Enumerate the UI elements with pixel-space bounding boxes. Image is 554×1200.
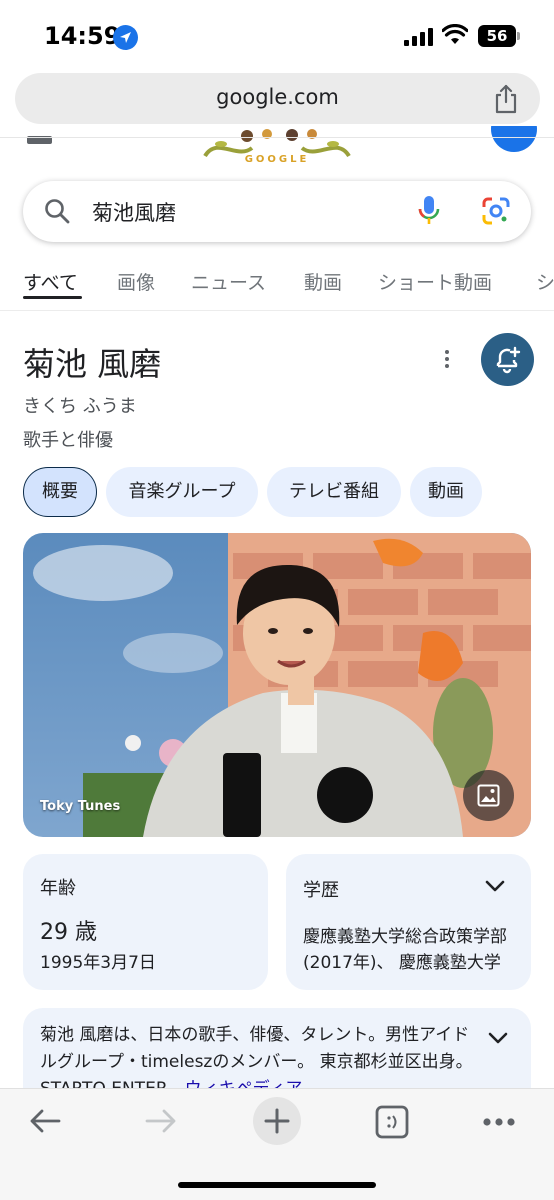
- tab-all[interactable]: すべて: [23, 268, 78, 295]
- status-bar: 14:59 56: [0, 0, 554, 72]
- tabs-divider: [0, 310, 554, 311]
- forward-arrow-icon[interactable]: [144, 1107, 178, 1135]
- account-avatar[interactable]: [491, 126, 537, 152]
- wifi-icon: [442, 24, 468, 44]
- status-time: 14:59: [44, 22, 121, 50]
- google-doodle-logo[interactable]: GOOGLE: [197, 126, 357, 166]
- search-icon: [45, 199, 70, 224]
- address-bar[interactable]: google.com: [15, 73, 540, 124]
- education-card[interactable]: 学歴 慶應義塾大学総合政策学部 (2017年)、 慶應義塾大学: [286, 854, 531, 990]
- chevron-down-icon[interactable]: [484, 878, 506, 894]
- search-tabs: すべて 画像 ニュース 動画 ショート動画 シ: [0, 262, 554, 302]
- tab-images[interactable]: 画像: [117, 268, 155, 295]
- more-options-icon[interactable]: [436, 346, 458, 374]
- image-credit: Toky Tunes: [40, 799, 121, 814]
- url-text[interactable]: google.com: [15, 85, 540, 109]
- chip-tv-shows[interactable]: テレビ番組: [267, 467, 401, 517]
- follow-button[interactable]: [481, 333, 534, 386]
- tab-short-videos[interactable]: ショート動画: [378, 268, 492, 295]
- bell-plus-icon: [496, 346, 521, 374]
- entity-description: 歌手と俳優: [23, 430, 113, 451]
- tab-overflow[interactable]: シ: [536, 268, 554, 295]
- entity-photo-illustration: [23, 533, 531, 837]
- new-tab-button[interactable]: [253, 1097, 301, 1145]
- age-label: 年齢: [40, 878, 76, 899]
- tab-switcher-icon[interactable]: [375, 1105, 409, 1139]
- cellular-signal-icon: [404, 28, 433, 46]
- age-value: 29 歳: [40, 920, 97, 945]
- svg-text:GOOGLE: GOOGLE: [245, 154, 310, 165]
- tab-news[interactable]: ニュース: [191, 268, 266, 295]
- microphone-icon[interactable]: [417, 195, 441, 227]
- home-indicator: [178, 1182, 376, 1188]
- chip-overview[interactable]: 概要: [23, 467, 97, 517]
- google-header-strip: GOOGLE: [0, 126, 554, 168]
- back-arrow-icon[interactable]: [28, 1107, 62, 1135]
- chip-videos[interactable]: 動画: [410, 467, 482, 517]
- google-lens-icon[interactable]: [482, 197, 510, 225]
- more-menu-icon[interactable]: [482, 1117, 516, 1127]
- entity-photo[interactable]: Toky Tunes: [23, 533, 531, 837]
- chip-music-group[interactable]: 音楽グループ: [106, 467, 258, 517]
- image-gallery-button[interactable]: [463, 770, 514, 821]
- entity-title: 菊池 風磨: [23, 345, 162, 383]
- plus-icon: [264, 1108, 290, 1134]
- tab-videos[interactable]: 動画: [304, 268, 342, 295]
- share-icon[interactable]: [493, 84, 519, 114]
- battery-indicator: 56: [478, 25, 516, 47]
- age-card[interactable]: 年齢 29 歳 1995年3月7日: [23, 854, 268, 990]
- birth-date: 1995年3月7日: [40, 953, 156, 973]
- image-icon: [477, 784, 500, 807]
- entity-reading: きくち ふうま: [23, 396, 137, 417]
- location-arrow-icon: [113, 25, 138, 50]
- education-value: 慶應義塾大学総合政策学部 (2017年)、 慶應義塾大学: [303, 927, 507, 973]
- search-input[interactable]: 菊池風磨: [92, 197, 176, 227]
- battery-tip: [517, 32, 520, 40]
- active-tab-indicator: [23, 296, 82, 299]
- chevron-down-icon[interactable]: [487, 1030, 509, 1046]
- header-divider: [0, 137, 554, 138]
- search-box[interactable]: 菊池風磨: [23, 181, 531, 242]
- education-label: 学歴: [303, 880, 339, 901]
